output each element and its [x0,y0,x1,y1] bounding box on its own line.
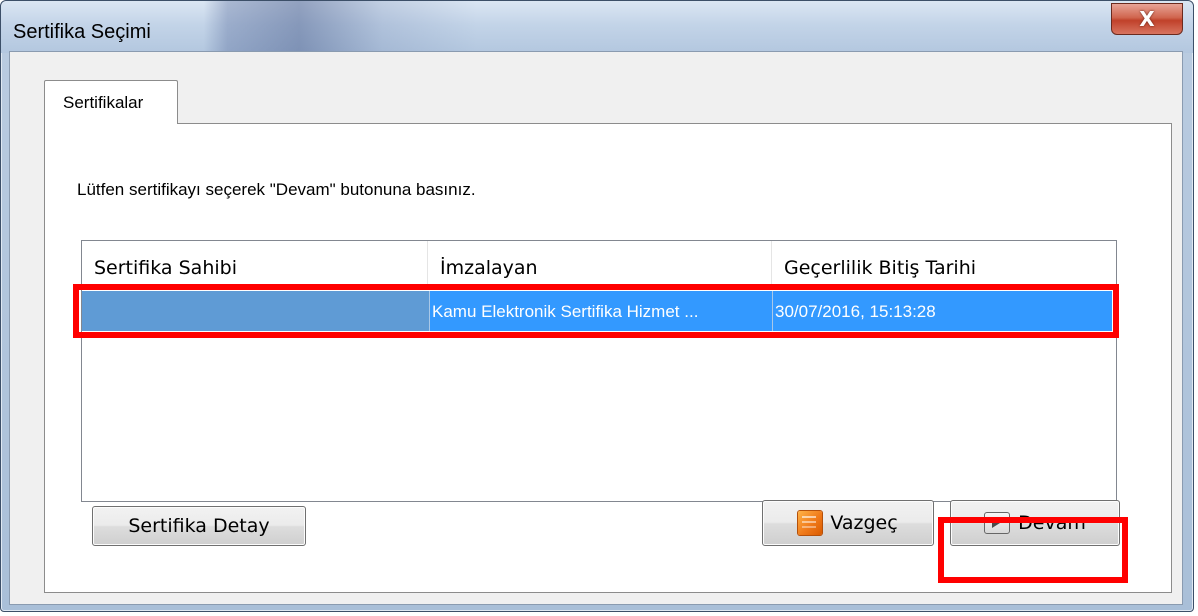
cell-expiry: 30/07/2016, 15:13:28 [772,291,1112,331]
tab-label: Sertifikalar [63,93,144,112]
button-label: Sertifika Detay [128,515,270,537]
column-header-label: İmzalayan [440,257,538,279]
close-icon: X [1139,7,1155,31]
cell-issuer-text: Kamu Elektronik Sertifika Hizmet ... [432,302,699,321]
title-bar: Sertifika Seçimi X [1,1,1193,53]
cell-issuer: Kamu Elektronik Sertifika Hizmet ... [430,291,772,331]
continue-arrow-icon [984,512,1011,534]
continue-button[interactable]: Devam [950,500,1120,546]
button-label: Vazgeç [830,512,898,534]
window-title: Sertifika Seçimi [13,21,151,43]
column-header-expiry[interactable]: Geçerlilik Bitiş Tarihi [772,241,1114,287]
column-header-owner[interactable]: Sertifika Sahibi [82,241,428,287]
table-header: Sertifika Sahibi İmzalayan Geçerlilik Bi… [82,241,1116,287]
cell-owner [82,291,430,331]
cell-expiry-text: 30/07/2016, 15:13:28 [775,302,936,321]
column-header-label: Geçerlilik Bitiş Tarihi [784,257,977,279]
button-label: Devam [1018,512,1086,534]
close-button[interactable]: X [1111,3,1183,35]
column-header-label: Sertifika Sahibi [94,257,237,279]
table-row[interactable]: Kamu Elektronik Sertifika Hizmet ... 30/… [82,291,1112,331]
certificate-table: Sertifika Sahibi İmzalayan Geçerlilik Bi… [81,240,1117,502]
dialog-body: Sertifikalar Lütfen sertifikayı seçerek … [9,51,1183,605]
cancel-book-icon [798,511,823,535]
certificate-details-button[interactable]: Sertifika Detay [92,506,306,546]
instruction-text: Lütfen sertifikayı seçerek "Devam" buton… [77,180,476,199]
tab-sertifikalar[interactable]: Sertifikalar [44,80,178,124]
cancel-button[interactable]: Vazgeç [762,500,934,546]
certificate-selection-window: Sertifika Seçimi X Sertifikalar Lütfen s… [0,0,1194,612]
column-header-issuer[interactable]: İmzalayan [428,241,772,287]
